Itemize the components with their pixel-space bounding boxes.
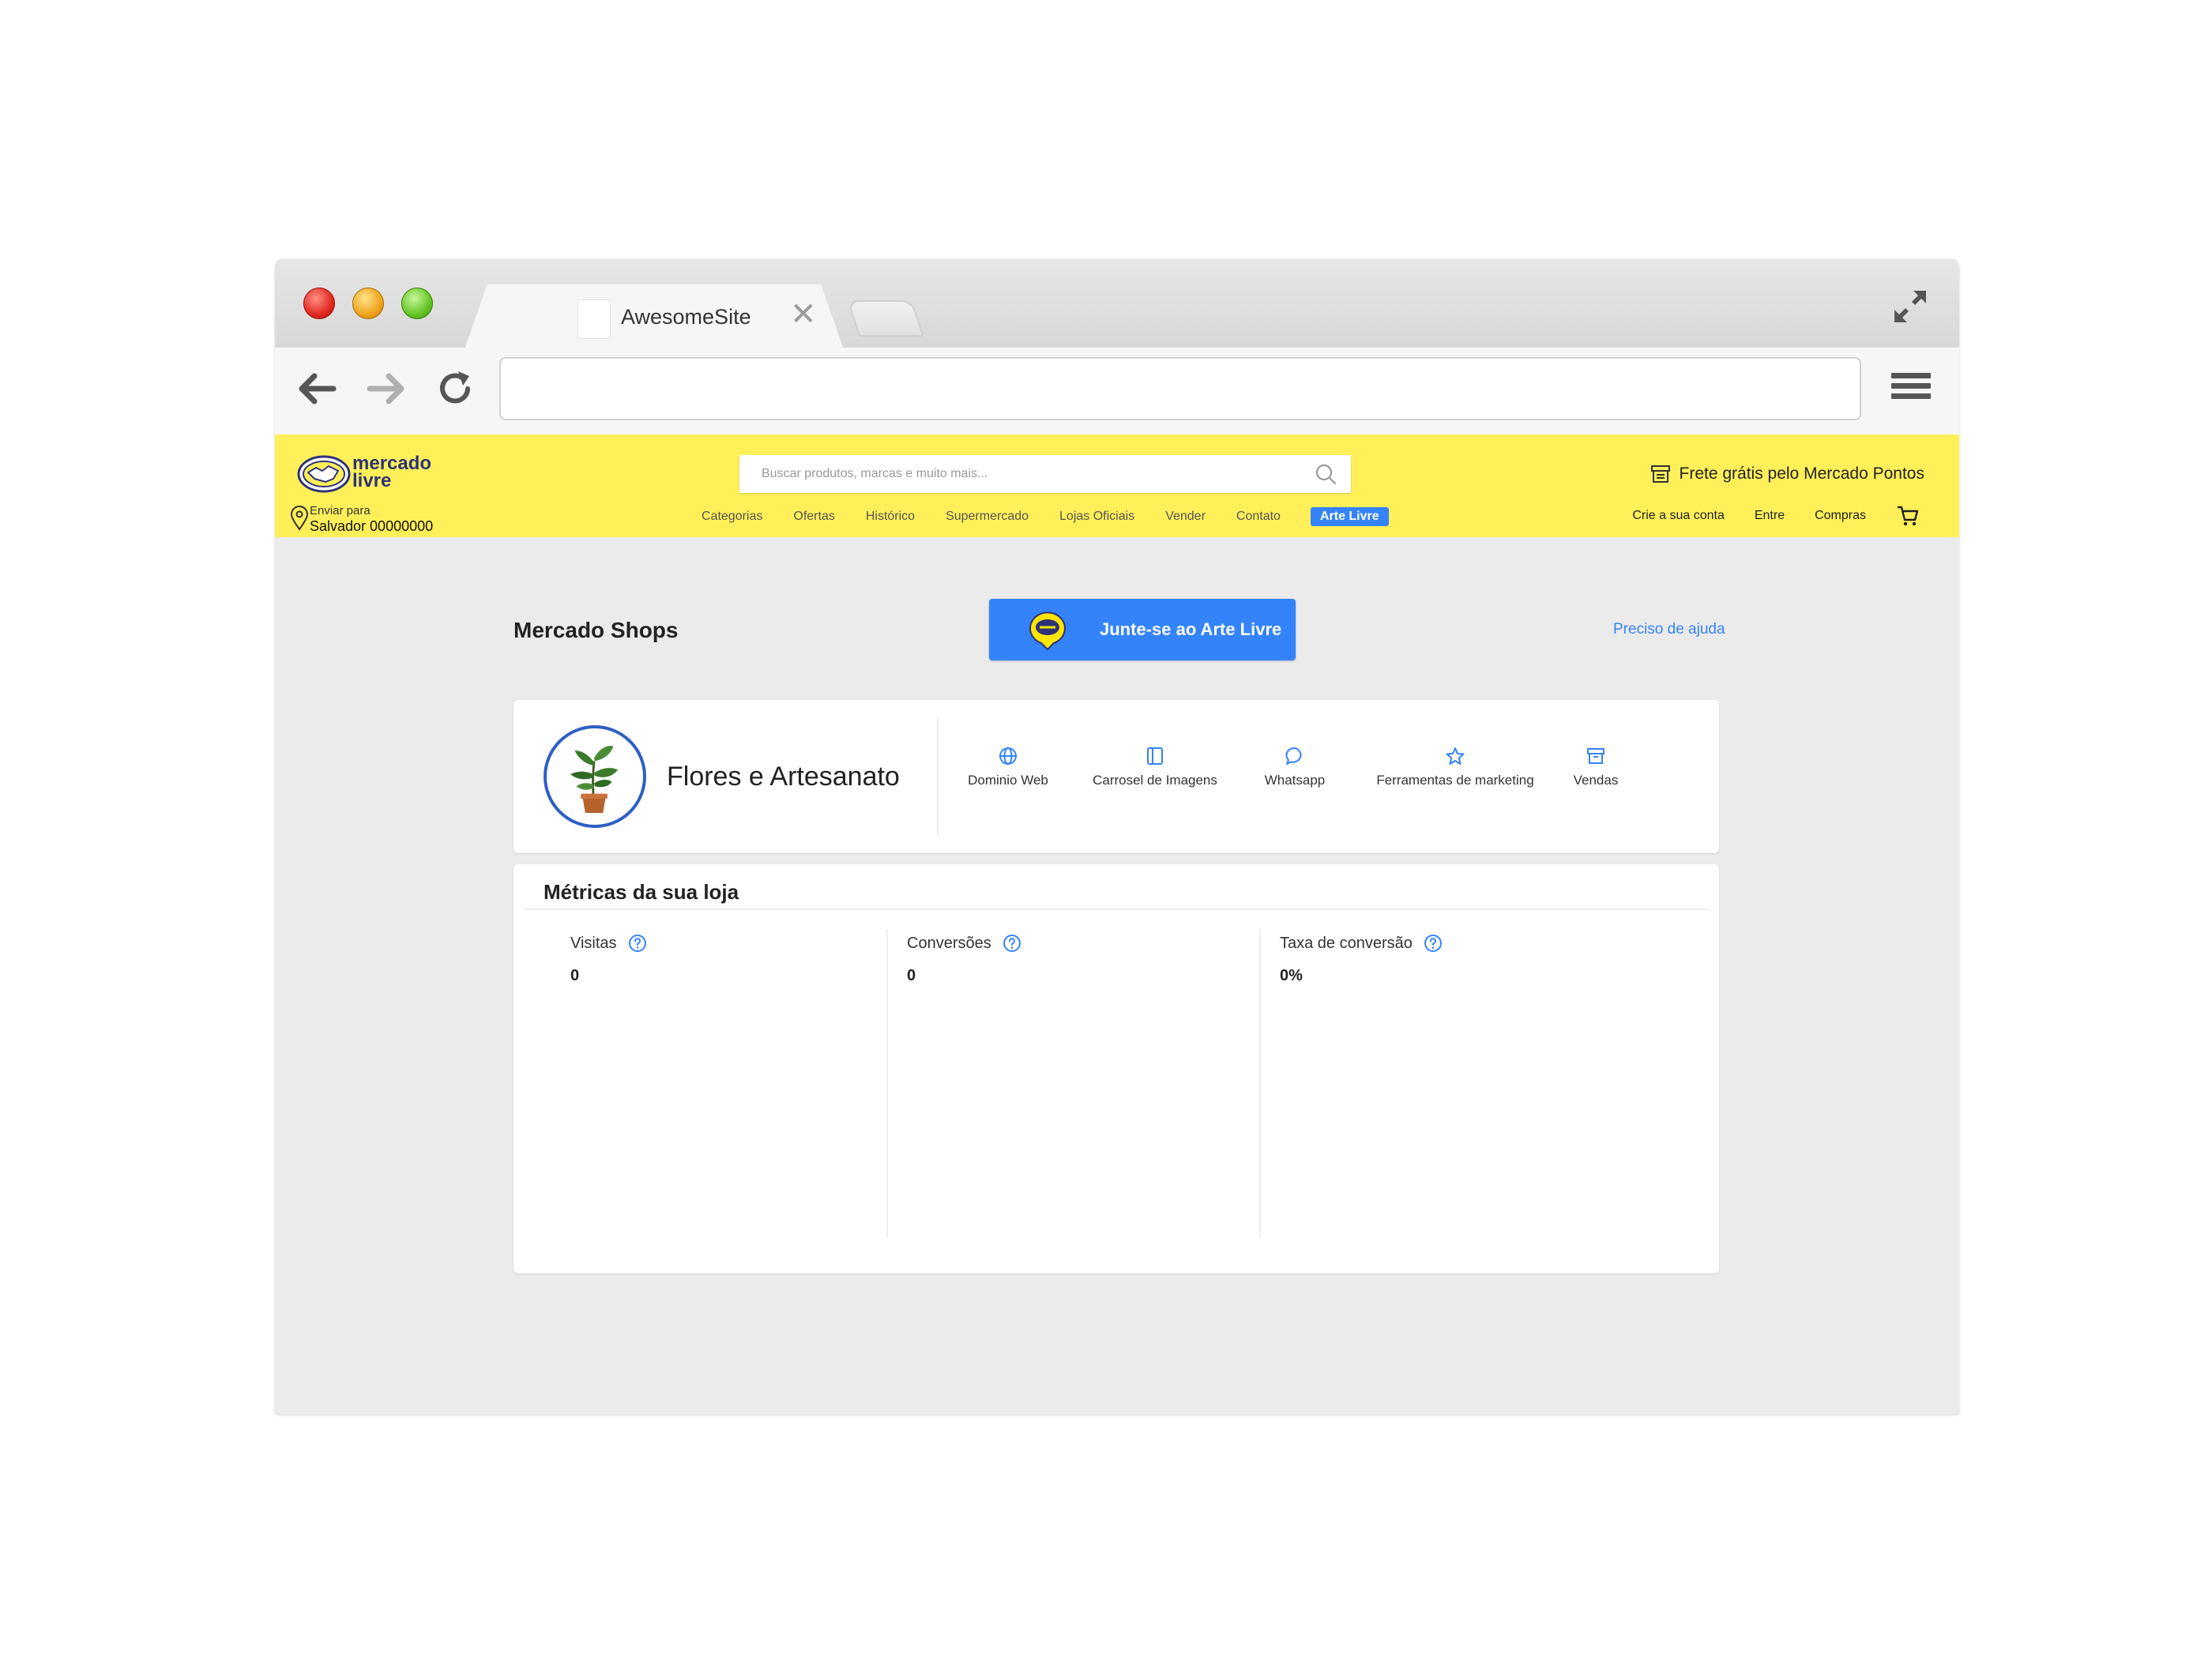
- store-name: Flores e Artesanato: [667, 762, 900, 792]
- tool-label: Ferramentas de marketing: [1376, 773, 1534, 788]
- new-tab-button[interactable]: [847, 300, 924, 337]
- carousel-icon: [1147, 747, 1163, 765]
- free-shipping-promo[interactable]: Frete grátis pelo Mercado Pontos: [1650, 461, 1925, 487]
- location-pin-icon: [290, 506, 309, 531]
- tool-ferramentas-de-marketing[interactable]: Ferramentas de marketing: [1360, 746, 1550, 788]
- page-content: Mercado Shops Junte-se ao Arte Livre Pre…: [275, 537, 1959, 1414]
- join-arte-livre-button[interactable]: Junte-se ao Arte Livre: [989, 599, 1296, 660]
- login-link[interactable]: Entre: [1755, 505, 1785, 527]
- search-icon[interactable]: [1315, 463, 1337, 485]
- browser-titlebar: AwesomeSite ✕: [275, 259, 1959, 349]
- metric-taxa-label: Taxa de conversão: [1280, 934, 1443, 953]
- search-box: [739, 455, 1351, 493]
- tool-carrosel-de-imagens[interactable]: Carrosel de Imagens: [1084, 746, 1226, 788]
- metric-conversoes-label: Conversões: [907, 934, 1021, 953]
- question-help-icon[interactable]: [628, 934, 647, 953]
- purchases-link[interactable]: Compras: [1815, 505, 1866, 527]
- store-avatar[interactable]: [544, 725, 646, 828]
- join-button-label: Junte-se ao Arte Livre: [1100, 619, 1282, 639]
- question-help-icon[interactable]: [1424, 934, 1443, 953]
- metric-conversoes-value: 0: [907, 967, 916, 984]
- address-bar[interactable]: [499, 357, 1861, 420]
- browser-window: AwesomeSite ✕ mercado livre Enviar para …: [275, 259, 1959, 1414]
- cart-icon[interactable]: [1896, 504, 1920, 528]
- star-icon: [1446, 747, 1465, 765]
- nav-item-ofertas[interactable]: Ofertas: [793, 507, 834, 526]
- metrics-separator: [525, 908, 1710, 910]
- tab-close-icon[interactable]: ✕: [790, 299, 817, 330]
- metric-visitas-value: 0: [570, 967, 580, 984]
- potted-plant-icon: [570, 746, 619, 813]
- metric-visitas-label: Visitas: [570, 934, 647, 953]
- site-header: mercado livre Enviar para Salvador 00000…: [275, 434, 1959, 537]
- tool-vendas[interactable]: Vendas: [1564, 746, 1627, 788]
- metric-column-divider: [886, 929, 888, 1237]
- metric-taxa-value: 0%: [1280, 967, 1303, 984]
- main-nav: Categorias Ofertas Histórico Supermercad…: [702, 507, 1420, 526]
- create-account-link[interactable]: Crie a sua conta: [1632, 505, 1725, 527]
- store-divider: [937, 717, 939, 836]
- chat-bubble-icon: [1285, 747, 1302, 765]
- nav-item-contato[interactable]: Contato: [1236, 507, 1281, 526]
- nav-item-lojas-oficiais[interactable]: Lojas Oficiais: [1059, 507, 1134, 526]
- hamburger-menu-icon[interactable]: [1891, 373, 1931, 404]
- logo-text[interactable]: mercado livre: [352, 454, 431, 491]
- tool-label: Whatsapp: [1264, 773, 1326, 788]
- globe-icon: [999, 747, 1017, 765]
- question-help-icon[interactable]: [1003, 934, 1021, 953]
- nav-item-categorias[interactable]: Categorias: [702, 507, 762, 526]
- tool-label: Carrosel de Imagens: [1093, 773, 1217, 788]
- metric-column-divider: [1259, 929, 1261, 1237]
- ship-to-address[interactable]: Salvador 00000000: [310, 518, 433, 535]
- help-link[interactable]: Preciso de ajuda: [1613, 621, 1725, 638]
- reload-icon[interactable]: [434, 368, 476, 409]
- tool-label: Vendas: [1573, 773, 1619, 788]
- arte-livre-logo-icon: [1029, 611, 1066, 651]
- forward-arrow-icon[interactable]: [365, 368, 406, 409]
- nav-item-historico[interactable]: Histórico: [866, 507, 915, 526]
- promo-text: Frete grátis pelo Mercado Pontos: [1679, 465, 1925, 483]
- back-arrow-icon[interactable]: [297, 368, 338, 409]
- tool-dominio-web[interactable]: Dominio Web: [961, 746, 1055, 788]
- zoom-window-button[interactable]: [401, 288, 433, 319]
- nav-item-supermercado[interactable]: Supermercado: [946, 507, 1029, 526]
- store-card: Flores e Artesanato Dominio Web Carrosel…: [514, 700, 1719, 853]
- store-icon: [1650, 465, 1670, 483]
- close-window-button[interactable]: [303, 288, 335, 319]
- search-input[interactable]: [762, 465, 1299, 483]
- tool-label: Dominio Web: [968, 773, 1048, 788]
- page-title: Mercado Shops: [514, 618, 679, 642]
- page-favicon-icon: [578, 300, 610, 338]
- tab-title: AwesomeSite: [621, 305, 751, 329]
- tool-whatsapp[interactable]: Whatsapp: [1251, 746, 1338, 788]
- nav-item-vender[interactable]: Vender: [1165, 507, 1206, 526]
- minimize-window-button[interactable]: [352, 288, 384, 319]
- metrics-title: Métricas da sua loja: [544, 880, 739, 904]
- account-links: Crie a sua conta Entre Compras: [1602, 504, 1920, 528]
- metrics-card: Métricas da sua loja Visitas 0 Conversõe…: [514, 864, 1719, 1273]
- archive-box-icon: [1587, 748, 1604, 764]
- fullscreen-icon[interactable]: [1891, 288, 1929, 325]
- ship-to-label[interactable]: Enviar para: [310, 504, 371, 517]
- nav-item-arte-livre[interactable]: Arte Livre: [1310, 507, 1389, 526]
